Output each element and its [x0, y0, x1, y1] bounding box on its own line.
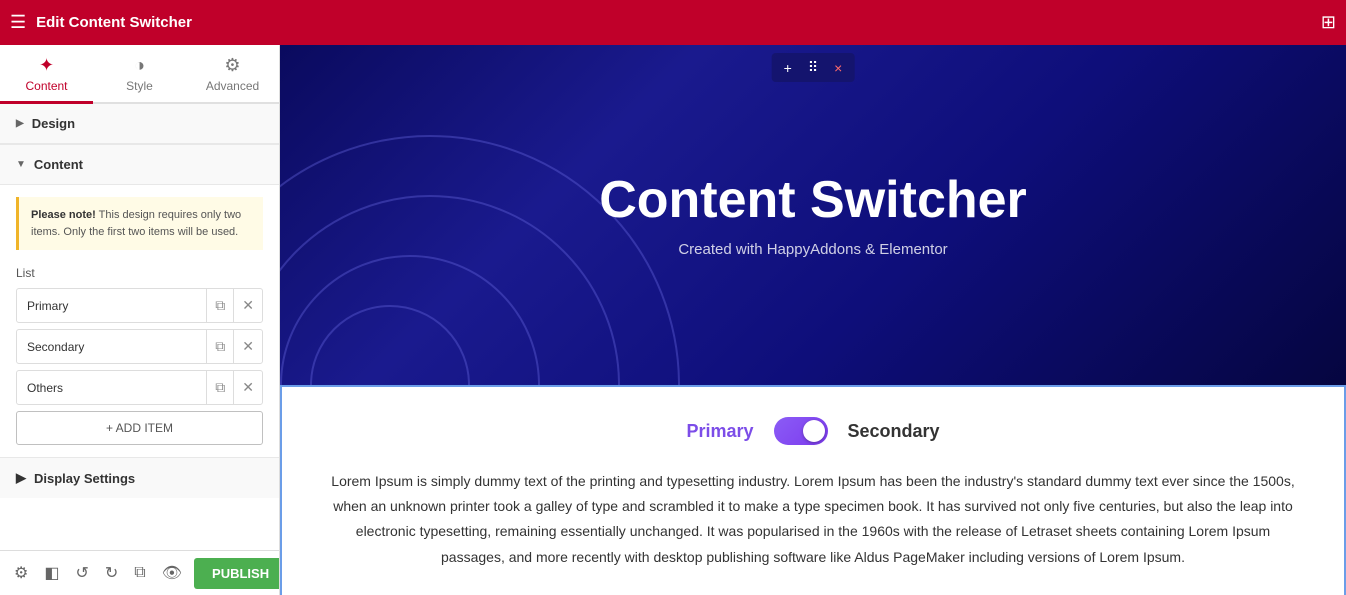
history-icon[interactable]: ⧉	[130, 560, 149, 586]
canvas-close-button[interactable]: ×	[828, 57, 848, 78]
main-layout: ✦ Content ◑ Style ⚙ Advanced ▶ Design ▼	[0, 45, 1346, 595]
design-arrow-icon: ▶	[16, 118, 24, 129]
right-canvas: + ⠿ × Content Switcher Created with Happ…	[280, 45, 1346, 595]
panel-content: ▶ Design ▼ Content Please note! This des…	[0, 104, 279, 550]
display-settings-label: Display Settings	[34, 471, 135, 486]
page-title: Edit Content Switcher	[36, 14, 1311, 31]
content-section-header[interactable]: ▼ Content	[0, 144, 279, 185]
tab-content[interactable]: ✦ Content	[0, 45, 93, 104]
advanced-tab-icon: ⚙	[224, 55, 240, 76]
toggle-knob	[803, 420, 825, 442]
list-item: ⧉ ✕	[16, 370, 263, 405]
display-settings-header[interactable]: ▶ Display Settings	[0, 457, 279, 498]
tab-advanced[interactable]: ⚙ Advanced	[186, 45, 279, 104]
display-settings-arrow-icon: ▶	[16, 470, 26, 486]
switcher-area: Primary Secondary Lorem Ipsum is simply …	[280, 385, 1346, 595]
publish-button[interactable]: PUBLISH	[194, 558, 280, 589]
list-item: ⧉ ✕	[16, 288, 263, 323]
content-tab-icon: ✦	[39, 55, 54, 76]
canvas-move-button[interactable]: ⠿	[802, 57, 824, 78]
settings-icon[interactable]: ⚙	[10, 559, 32, 587]
list-item-copy-btn-secondary[interactable]: ⧉	[206, 330, 233, 363]
left-panel: ✦ Content ◑ Style ⚙ Advanced ▶ Design ▼	[0, 45, 280, 595]
layers-icon[interactable]: ◧	[40, 559, 63, 587]
list-item: ⧉ ✕	[16, 329, 263, 364]
tab-style[interactable]: ◑ Style	[93, 45, 186, 104]
top-bar: ☰ Edit Content Switcher ⊞	[0, 0, 1346, 45]
list-label: List	[16, 266, 263, 280]
switcher-secondary-label: Secondary	[848, 421, 940, 442]
toggle-switch[interactable]	[774, 417, 828, 445]
note-bold: Please note!	[31, 209, 96, 221]
content-section-body: Please note! This design requires only t…	[0, 185, 279, 457]
list-item-copy-btn-primary[interactable]: ⧉	[206, 289, 233, 322]
content-arrow-icon: ▼	[16, 159, 26, 170]
grid-icon[interactable]: ⊞	[1321, 12, 1336, 33]
tabs-bar: ✦ Content ◑ Style ⚙ Advanced	[0, 45, 279, 104]
canvas-action-bar: + ⠿ ×	[772, 53, 855, 82]
canvas-add-button[interactable]: +	[778, 57, 798, 78]
hero-subtitle: Created with HappyAddons & Elementor	[678, 241, 947, 258]
redo-icon[interactable]: ↻	[101, 559, 122, 587]
list-item-delete-btn-others[interactable]: ✕	[233, 371, 262, 404]
tab-advanced-label: Advanced	[206, 79, 259, 93]
list-item-delete-btn-secondary[interactable]: ✕	[233, 330, 262, 363]
tab-style-label: Style	[126, 79, 153, 93]
list-item-secondary-input[interactable]	[17, 332, 206, 362]
design-section-label: Design	[32, 116, 75, 131]
switcher-content-text: Lorem Ipsum is simply dummy text of the …	[322, 469, 1304, 570]
preview-icon[interactable]: 👁	[158, 559, 186, 587]
list-item-copy-btn-others[interactable]: ⧉	[206, 371, 233, 404]
content-section-label: Content	[34, 157, 83, 172]
list-item-primary-input[interactable]	[17, 291, 206, 321]
add-item-button[interactable]: + ADD ITEM	[16, 411, 263, 445]
list-item-others-input[interactable]	[17, 373, 206, 403]
undo-icon[interactable]: ↺	[71, 559, 92, 587]
switcher-primary-label: Primary	[686, 421, 753, 442]
tab-content-label: Content	[25, 79, 67, 93]
hero-section: + ⠿ × Content Switcher Created with Happ…	[280, 45, 1346, 385]
hero-title: Content Switcher	[599, 172, 1027, 229]
design-section-header[interactable]: ▶ Design	[0, 104, 279, 144]
menu-icon[interactable]: ☰	[10, 12, 26, 33]
style-tab-icon: ◑	[134, 55, 145, 76]
list-item-delete-btn-primary[interactable]: ✕	[233, 289, 262, 322]
switcher-controls: Primary Secondary	[322, 417, 1304, 445]
note-box: Please note! This design requires only t…	[16, 197, 263, 250]
bottom-bar: ⚙ ◧ ↺ ↻ ⧉ 👁 PUBLISH ▼	[0, 550, 279, 595]
